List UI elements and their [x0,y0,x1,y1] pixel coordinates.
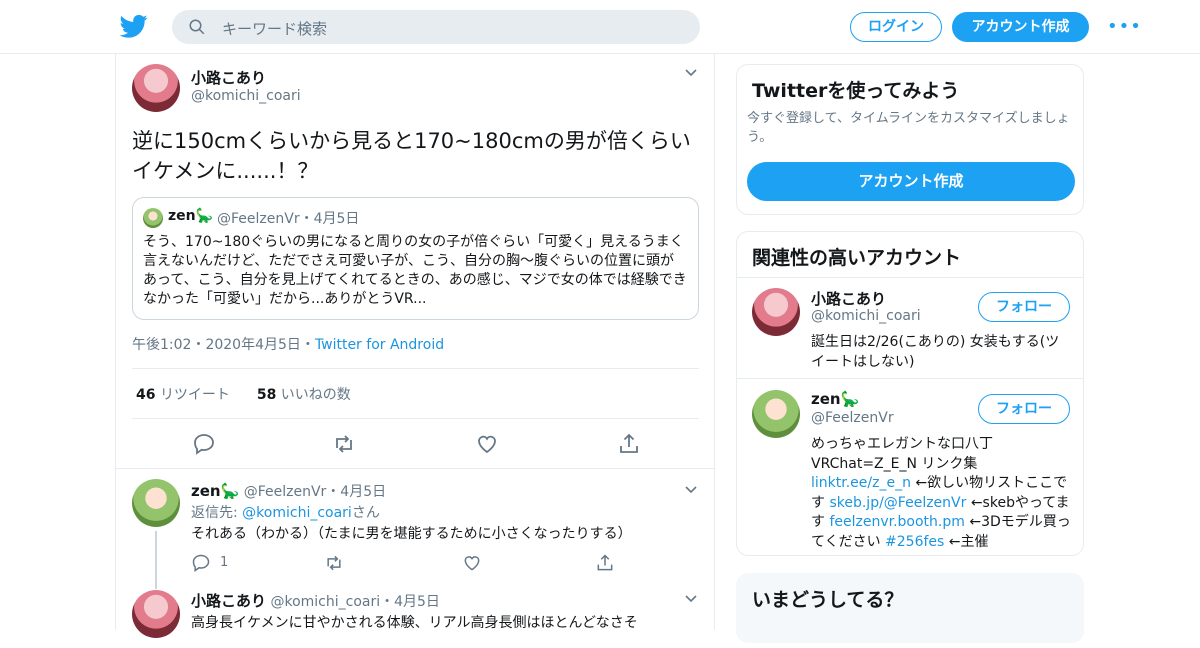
related-account-item[interactable]: 小路こあり @komichi_coari フォロー 誕生日は2/26(こありの)… [737,278,1083,378]
create-account-button[interactable]: アカウント作成 [747,162,1075,201]
tweet-source-link[interactable]: Twitter for Android [315,337,444,353]
search-input[interactable]: キーワード検索 [222,18,327,39]
divider [132,368,699,369]
signup-promo-card: Twitterを使ってみよう 今すぐ登録して、タイムラインをカスタマイズしましょ… [736,64,1084,215]
share-icon[interactable] [617,432,641,456]
chevron-down-icon[interactable] [684,594,698,604]
thread-line [155,531,157,589]
chevron-down-icon[interactable] [684,68,698,78]
reply-tweet[interactable]: zen🦕 @FeelzenVr・4月5日 返信先: @komichi_coari… [116,468,714,589]
reply-author-name[interactable]: zen🦕 [191,482,239,500]
bio-text: ←主催 [944,533,989,550]
related-accounts-card: 関連性の高いアカウント 小路こあり @komichi_coari フォロー 誕生… [736,231,1084,556]
search-icon [189,19,205,35]
related-account-item[interactable]: zen🦕 @FeelzenVr フォロー めっちゃエレガントな口八丁 VRCha… [737,380,1083,556]
quoted-tweet-text: そう、170~180ぐらいの男になると周りの女の子が倍ぐらい「可愛く」見えるうま… [143,234,687,307]
account-handle[interactable]: @komichi_coari [811,308,921,324]
avatar[interactable] [752,390,800,438]
reply-to-suffix: さん [351,505,380,521]
top-navigation-bar: キーワード検索 ログイン アカウント作成 ••• [0,0,1200,54]
related-accounts-title: 関連性の高いアカウント [752,247,962,269]
bio-link[interactable]: skeb.jp/@FeelzenVr [829,495,966,511]
bio-hashtag-link[interactable]: #256fes [885,534,944,550]
chevron-down-icon[interactable] [684,485,698,495]
signup-button[interactable]: アカウント作成 [952,12,1089,42]
twitter-bird-icon[interactable] [120,12,148,40]
quoted-avatar [143,208,163,228]
reply-to: 返信先: @komichi_coariさん [191,502,380,522]
retweet-icon[interactable] [324,553,344,573]
tweet-stats: 46 リツイート 58 いいねの数 [136,384,351,404]
account-bio: 誕生日は2/26(こありの) 女装もする(ツイートはしない) [811,334,1060,370]
bio-link[interactable]: linktr.ee/z_e_n [811,475,911,491]
tweet-column: 小路こあり @komichi_coari 逆に150cmくらいから見ると170~… [115,54,715,638]
reply-count: 1 [220,555,229,570]
quoted-tweet[interactable]: zen🦕 @FeelzenVr・4月5日 そう、170~180ぐらいの男になると… [132,197,699,320]
reply-action-bar: 1 [191,553,691,573]
reply-to-handle[interactable]: @komichi_coari [242,505,352,521]
reply-author-handle[interactable]: @FeelzenVr・4月5日 [244,484,386,500]
avatar[interactable] [132,479,180,527]
quoted-author-name: zen🦕 [168,208,214,224]
bio-text: めっちゃエレガントな口八丁 VRChat=Z_E_N リンク集 [811,436,993,472]
retweet-icon[interactable] [332,432,356,456]
account-handle[interactable]: @FeelzenVr [811,410,894,426]
bio-link[interactable]: feelzenvr.booth.pm [829,514,964,530]
reply-text: 高身長イケメンに甘やかされる体験、リアル高身長側はほとんどなさそ [191,615,638,631]
like-count[interactable]: 58 [257,387,276,403]
reply-author-name[interactable]: 小路こあり [191,592,266,610]
login-button[interactable]: ログイン [850,12,942,42]
reply-header: 小路こあり @komichi_coari・4月5日 [191,590,440,611]
reply-icon[interactable] [191,553,211,573]
promo-subtitle: 今すぐ登録して、タイムラインをカスタマイズしましょう。 [747,111,1070,145]
reply-to-prefix: 返信先: [191,505,243,521]
share-icon[interactable] [595,553,615,573]
reply-tweet[interactable]: 小路こあり @komichi_coari・4月5日 高身長イケメンに甘やかされる… [116,588,714,648]
tweet-author-name[interactable]: 小路こあり [191,67,266,88]
retweet-count[interactable]: 46 [136,387,155,403]
like-label[interactable]: いいねの数 [281,387,351,403]
account-name[interactable]: 小路こあり [811,288,886,309]
like-heart-icon[interactable] [475,432,499,456]
quoted-author-handle: @FeelzenVr・4月5日 [217,211,360,227]
reply-icon[interactable] [192,432,216,456]
search-bar[interactable]: キーワード検索 [172,10,700,44]
tweet-time[interactable]: 午後1:02・2020年4月5日・ [132,337,315,353]
tweet-author-handle[interactable]: @komichi_coari [191,88,301,104]
avatar[interactable] [132,590,180,638]
tweet-action-bar [132,432,699,456]
follow-button[interactable]: フォロー [978,394,1070,424]
avatar[interactable] [132,64,180,112]
reply-text: それある（わかる）（たまに男を堪能するために小さくなったりする） [191,526,632,542]
promo-title: Twitterを使ってみよう [752,80,960,102]
account-bio: めっちゃエレガントな口八丁 VRChat=Z_E_N リンク集 linktr.ee… [811,435,1073,552]
more-menu-icon[interactable]: ••• [1107,18,1141,36]
tweet-text: 逆に150cmくらいから見ると170~180cmの男が倍くらいイケメンに....… [132,129,691,183]
reply-author-handle[interactable]: @komichi_coari・4月5日 [270,594,439,610]
follow-button[interactable]: フォロー [978,292,1070,322]
divider [132,418,699,419]
divider [737,378,1083,379]
account-name[interactable]: zen🦕 [811,390,859,408]
retweet-label[interactable]: リツイート [160,387,230,403]
whats-happening-title: いまどうしてる？ [752,589,904,611]
reply-header: zen🦕 @FeelzenVr・4月5日 [191,481,386,501]
whats-happening-card: いまどうしてる？ [736,573,1084,643]
tweet-timestamp: 午後1:02・2020年4月5日・Twitter for Android [132,334,444,354]
avatar[interactable] [752,288,800,336]
like-heart-icon[interactable] [462,553,482,573]
